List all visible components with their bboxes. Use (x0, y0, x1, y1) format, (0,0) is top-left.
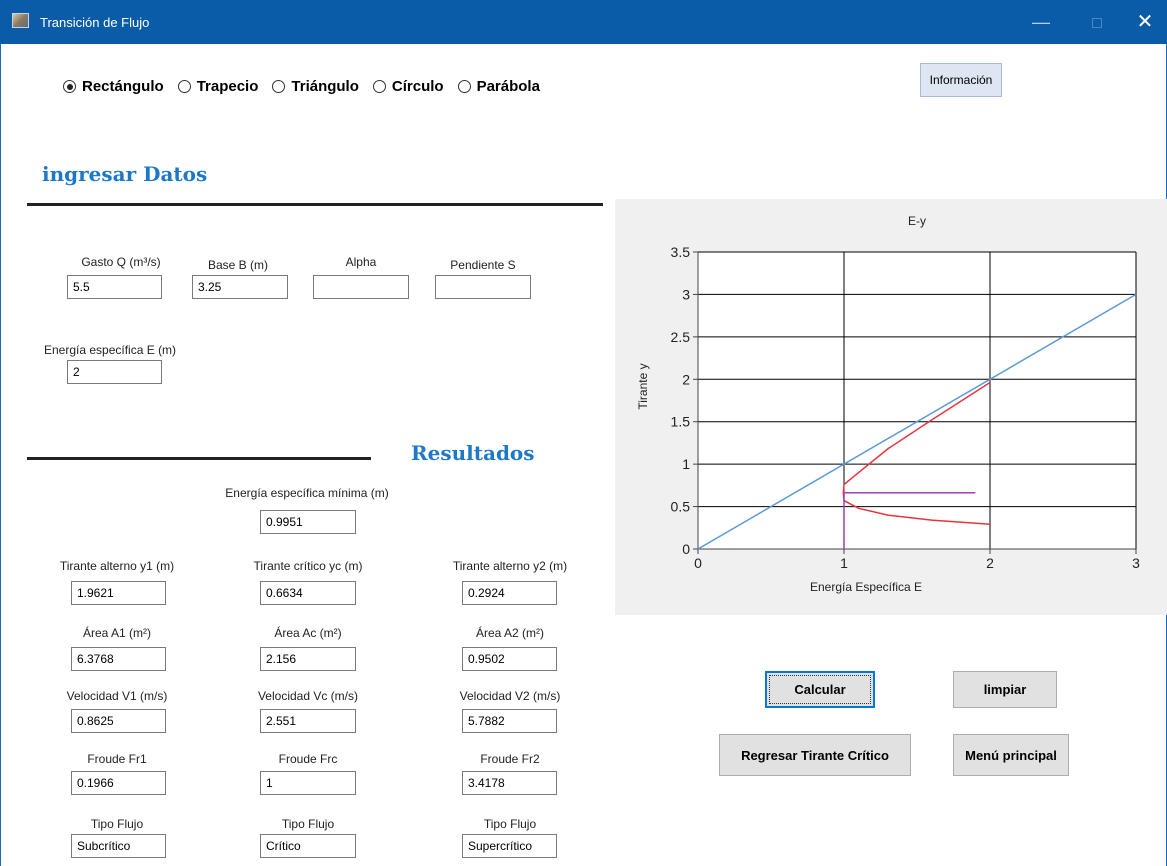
close-button[interactable]: ✕ (1122, 0, 1167, 44)
tipo1-field[interactable]: Subcrítico (71, 834, 166, 858)
emin-label: Energía específica mínima (m) (225, 486, 389, 500)
info-button[interactable]: Información (920, 63, 1002, 97)
limpiar-button[interactable]: limpiar (953, 671, 1057, 708)
emin-field[interactable]: 0.9951 (260, 510, 356, 534)
a2-label: Área A2 (m²) (475, 626, 544, 640)
radio-dot[interactable] (272, 80, 286, 93)
base-label: Base B (m) (207, 258, 268, 272)
vc-label: Velocidad Vc (m/s) (257, 689, 359, 703)
v2-field[interactable]: 5.7882 (462, 709, 557, 733)
plot-area (698, 252, 1136, 549)
tipoc-label: Tipo Flujo (281, 817, 335, 831)
radio-dot[interactable] (63, 80, 76, 93)
y1-field[interactable]: 1.9621 (71, 581, 166, 605)
alpha-label: Alpha (345, 255, 377, 269)
yc-label: Tirante crítico yc (m) (253, 559, 363, 573)
menu-principal-button[interactable]: Menú principal (953, 734, 1069, 776)
radio-rectangulo[interactable]: Rectángulo (63, 78, 164, 95)
radio-dot[interactable] (372, 80, 386, 93)
input-heading: ingresar Datos (42, 162, 208, 186)
x-axis-label: Energía Específica E (810, 580, 922, 594)
x-tick-label: 0 (694, 555, 702, 571)
y-axis-label: Tirante y (636, 363, 650, 409)
base-field[interactable]: 3.25 (192, 275, 288, 299)
radio-label[interactable]: Rectángulo (82, 78, 164, 95)
radio-dot[interactable] (177, 80, 191, 93)
tipoc-field[interactable]: Crítico (260, 834, 356, 858)
radio-label[interactable]: Triángulo (291, 78, 359, 95)
chart-panel: 0 0.5 1 1.5 2 2.5 3 3.5 0 1 2 3 E-y Energía Específic… (615, 199, 1167, 615)
radio-circulo[interactable]: Círculo (372, 78, 444, 95)
y-tick-label: 3 (682, 286, 690, 302)
radio-label[interactable]: Trapecio (197, 78, 259, 95)
y-tick-label: 2 (682, 371, 690, 387)
v2-label: Velocidad V2 (m/s) (459, 689, 561, 703)
y1-label: Tirante alterno y1 (m) (59, 559, 175, 573)
fr2-label: Froude Fr2 (480, 752, 540, 766)
y2-field[interactable]: 0.2924 (462, 581, 557, 605)
input-divider (27, 203, 603, 206)
radio-triangulo[interactable]: Triángulo (272, 78, 359, 95)
x-tick-label: 2 (986, 555, 994, 571)
x-tick-label: 1 (840, 555, 848, 571)
x-tick-label: 3 (1132, 555, 1140, 571)
radio-parabola[interactable]: Parábola (457, 78, 540, 95)
y-tick-label: 1 (682, 456, 690, 472)
energia-label: Energía específica E (m) (44, 343, 177, 357)
tipo2-field[interactable]: Supercrítico (462, 834, 557, 858)
v1-label: Velocidad V1 (m/s) (66, 689, 168, 703)
app-icon (12, 13, 29, 28)
a2-field[interactable]: 0.9502 (462, 647, 557, 671)
y-tick-label: 0.5 (671, 499, 691, 515)
radio-label[interactable]: Parábola (477, 78, 540, 95)
tipo1-label: Tipo Flujo (90, 817, 144, 831)
results-divider (27, 457, 371, 460)
frc-field[interactable]: 1 (260, 771, 356, 795)
alpha-field[interactable] (313, 275, 409, 299)
a1-label: Área A1 (m²) (82, 626, 151, 640)
window-title: Transición de Flujo (40, 15, 150, 30)
radio-trapecio[interactable]: Trapecio (177, 78, 259, 95)
pendiente-field[interactable] (435, 275, 531, 299)
y-tick-label: 2.5 (671, 329, 691, 345)
energia-field[interactable]: 2 (67, 360, 162, 384)
regresar-tirante-critico-button[interactable]: Regresar Tirante Crítico (719, 734, 911, 776)
a1-field[interactable]: 6.3768 (71, 647, 166, 671)
radio-dot[interactable] (457, 80, 471, 93)
y-tick-label: 3.5 (671, 244, 691, 260)
results-heading: Resultados (411, 441, 535, 465)
calcular-button[interactable]: Calcular (765, 671, 875, 708)
vc-field[interactable]: 2.551 (260, 709, 356, 733)
fr1-label: Froude Fr1 (87, 752, 147, 766)
pendiente-label: Pendiente S (450, 258, 516, 272)
y-tick-label: 1.5 (671, 414, 691, 430)
e-y-chart: 0 0.5 1 1.5 2 2.5 3 3.5 0 1 2 3 E-y Energía Específic… (636, 214, 1140, 594)
minimize-button[interactable]: — (1018, 0, 1064, 44)
maximize-icon (1092, 18, 1102, 28)
frc-label: Froude Frc (278, 752, 338, 766)
gasto-label: Gasto Q (m³/s) (81, 255, 161, 269)
tipo2-label: Tipo Flujo (483, 817, 537, 831)
fr2-field[interactable]: 3.4178 (462, 771, 557, 795)
v1-field[interactable]: 0.8625 (71, 709, 166, 733)
y2-label: Tirante alterno y2 (m) (452, 559, 568, 573)
chart-title: E-y (908, 214, 926, 228)
ac-label: Área Ac (m²) (274, 626, 342, 640)
gasto-field[interactable]: 5.5 (67, 275, 162, 299)
radio-label[interactable]: Círculo (392, 78, 444, 95)
yc-field[interactable]: 0.6634 (260, 581, 356, 605)
maximize-button[interactable] (1074, 0, 1120, 44)
fr1-field[interactable]: 0.1966 (71, 771, 166, 795)
ac-field[interactable]: 2.156 (260, 647, 356, 671)
title-bar: Transición de Flujo — ✕ (0, 0, 1167, 44)
window-client-area: Rectángulo Trapecio Triángulo Círculo Pa… (0, 44, 1167, 866)
y-tick-label: 0 (682, 541, 690, 557)
shape-radio-group: Rectángulo Trapecio Triángulo Círculo Pa… (63, 78, 554, 95)
